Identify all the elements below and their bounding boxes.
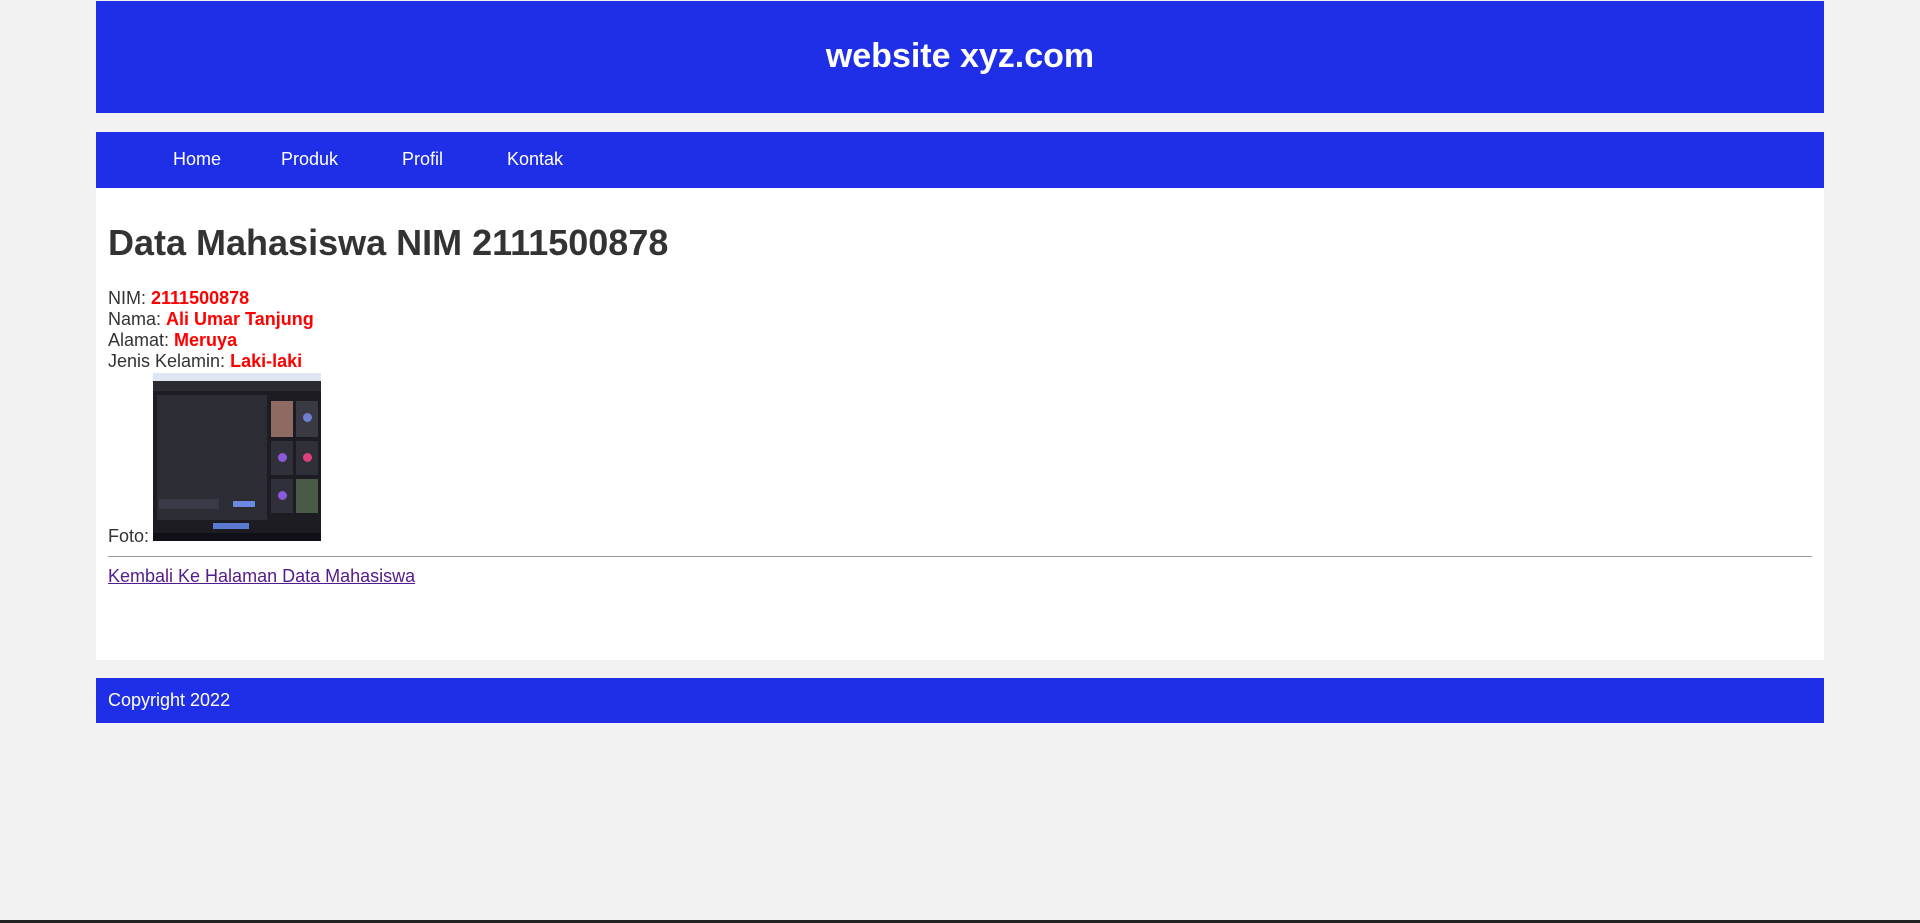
site-header: website xyz.com: [96, 1, 1824, 113]
nama-value: Ali Umar Tanjung: [166, 309, 314, 329]
photo-detail: [303, 413, 312, 422]
nim-label: NIM:: [108, 288, 146, 308]
jenis-kelamin-label: Jenis Kelamin:: [108, 351, 226, 371]
nav-home-link[interactable]: Home: [173, 149, 221, 170]
nav-kontak-link[interactable]: Kontak: [507, 149, 563, 170]
nim-row: NIM: 2111500878: [108, 288, 314, 309]
student-info: NIM: 2111500878 Nama: Ali Umar Tanjung A…: [108, 288, 314, 372]
divider: [108, 556, 1812, 557]
nav-profil-link[interactable]: Profil: [402, 149, 443, 170]
photo-detail: [271, 401, 293, 437]
jenis-kelamin-value: Laki-laki: [230, 351, 303, 371]
page-title: Data Mahasiswa NIM 2111500878: [108, 222, 669, 263]
main-content: Data Mahasiswa NIM 2111500878 NIM: 21115…: [96, 188, 1824, 660]
photo-detail: [303, 453, 312, 462]
photo-detail: [296, 479, 318, 513]
photo-detail: [159, 499, 219, 509]
site-footer: Copyright 2022: [96, 678, 1824, 723]
jenis-kelamin-row: Jenis Kelamin: Laki-laki: [108, 351, 314, 372]
alamat-label: Alamat:: [108, 330, 170, 350]
photo-detail: [278, 453, 287, 462]
photo-detail: [153, 373, 321, 381]
photo-detail: [213, 523, 249, 529]
copyright-text: Copyright 2022: [108, 690, 231, 710]
student-photo: [153, 373, 321, 541]
photo-detail: [153, 381, 321, 391]
nim-value: 2111500878: [151, 288, 250, 308]
photo-detail: [153, 533, 321, 541]
site-title: website xyz.com: [825, 36, 1095, 75]
back-to-list-link[interactable]: Kembali Ke Halaman Data Mahasiswa: [108, 566, 415, 587]
main-nav: Home Produk Profil Kontak: [96, 132, 1824, 188]
foto-label: Foto:: [108, 526, 150, 546]
nav-produk-link[interactable]: Produk: [281, 149, 338, 170]
photo-detail: [233, 501, 255, 507]
alamat-value: Meruya: [174, 330, 238, 350]
nama-label: Nama:: [108, 309, 162, 329]
nama-row: Nama: Ali Umar Tanjung: [108, 309, 314, 330]
alamat-row: Alamat: Meruya: [108, 330, 314, 351]
photo-detail: [278, 491, 287, 500]
